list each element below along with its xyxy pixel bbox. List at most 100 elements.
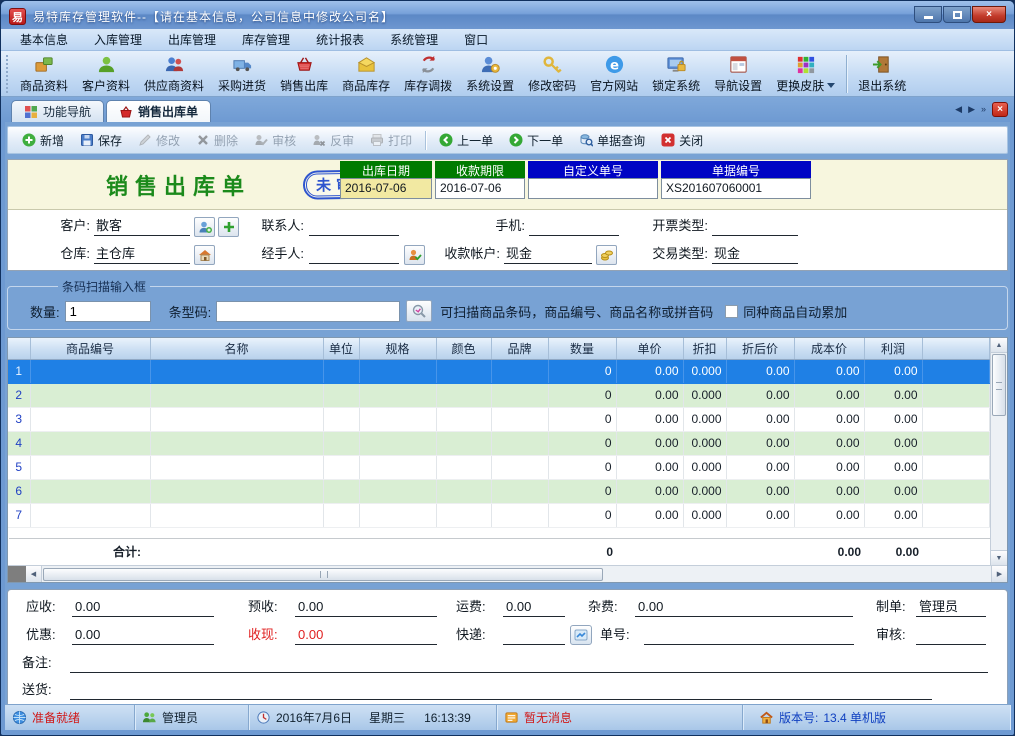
grid-cell-after[interactable]: 0.00 — [726, 503, 794, 527]
grid-row-number[interactable]: 7 — [8, 503, 30, 527]
outbound-date-value[interactable]: 2016-07-06 — [340, 178, 432, 199]
grid-cell-cost[interactable]: 0.00 — [794, 407, 864, 431]
prepaid-field[interactable]: 0.00 — [295, 598, 437, 617]
delivery-field[interactable] — [70, 681, 932, 700]
grid-cell-brand[interactable] — [491, 479, 548, 503]
grid-row[interactable]: 100.000.0000.000.000.00 — [8, 359, 990, 383]
grid-cell-price[interactable]: 0.00 — [616, 455, 683, 479]
grid-cell-qty[interactable]: 0 — [548, 359, 616, 383]
scroll-left-icon[interactable]: ◀ — [26, 566, 42, 582]
barcode-input[interactable] — [216, 301, 400, 322]
grid-cell-qty[interactable]: 0 — [548, 383, 616, 407]
grid-col-spec[interactable]: 规格 — [359, 338, 436, 359]
menu-item-system[interactable]: 系统管理 — [377, 28, 451, 51]
grid-cell-spec[interactable] — [359, 503, 436, 527]
grid-cell-cost[interactable]: 0.00 — [794, 383, 864, 407]
grid-row[interactable]: 600.000.0000.000.000.00 — [8, 479, 990, 503]
grid-cell-name[interactable] — [150, 479, 323, 503]
exit-button[interactable]: 退出系统 — [851, 52, 913, 96]
grid-cell-price[interactable]: 0.00 — [616, 359, 683, 383]
next-doc-button[interactable]: 下一单 — [501, 129, 571, 152]
grid-cell-after[interactable]: 0.00 — [726, 359, 794, 383]
delete-button[interactable]: 删除 — [188, 129, 246, 152]
grid-row-number[interactable]: 1 — [8, 359, 30, 383]
grid-cell-unit[interactable] — [323, 479, 359, 503]
accumulate-checkbox[interactable] — [725, 305, 738, 318]
tab-close-button[interactable]: × — [992, 102, 1008, 117]
grid-cell-color[interactable] — [436, 383, 491, 407]
grid-cell-qty[interactable]: 0 — [548, 503, 616, 527]
grid-col-qty[interactable]: 数量 — [548, 338, 616, 359]
menu-item-inventory[interactable]: 库存管理 — [229, 28, 303, 51]
grid-row-number[interactable]: 4 — [8, 431, 30, 455]
grid-col-color[interactable]: 颜色 — [436, 338, 491, 359]
grid-row-number[interactable]: 6 — [8, 479, 30, 503]
grid-cell-spec[interactable] — [359, 383, 436, 407]
grid-row[interactable]: 500.000.0000.000.000.00 — [8, 455, 990, 479]
grid-cell-profit[interactable]: 0.00 — [864, 431, 922, 455]
grid-cell-profit[interactable]: 0.00 — [864, 383, 922, 407]
customers-button[interactable]: 客户资料 — [75, 52, 137, 96]
grid-cell-price[interactable]: 0.00 — [616, 431, 683, 455]
grid-cell-color[interactable] — [436, 359, 491, 383]
grid-cell-profit[interactable]: 0.00 — [864, 503, 922, 527]
receivable-field[interactable]: 0.00 — [72, 598, 214, 617]
grid-cell-name[interactable] — [150, 455, 323, 479]
grid-cell-code[interactable] — [30, 503, 150, 527]
suppliers-button[interactable]: 供应商资料 — [137, 52, 211, 96]
add-customer-button[interactable] — [218, 217, 239, 237]
grid-col-code[interactable]: 商品编号 — [30, 338, 150, 359]
freight-field[interactable]: 0.00 — [503, 598, 565, 617]
print-button[interactable]: 打印 — [362, 129, 420, 152]
grid-col-brand[interactable]: 品牌 — [491, 338, 548, 359]
chevron-down-icon[interactable] — [827, 83, 835, 88]
tab-scroll-left-icon[interactable]: ◀ — [955, 105, 962, 114]
grid-cell-unit[interactable] — [323, 359, 359, 383]
menu-item-stock-out[interactable]: 出库管理 — [155, 28, 229, 51]
grid-cell-cost[interactable]: 0.00 — [794, 359, 864, 383]
grid-cell-code[interactable] — [30, 383, 150, 407]
pick-customer-button[interactable] — [194, 217, 215, 237]
grid-cell-brand[interactable] — [491, 359, 548, 383]
grid-cell-profit[interactable]: 0.00 — [864, 479, 922, 503]
grid-cell-qty[interactable]: 0 — [548, 407, 616, 431]
audit-button[interactable]: 审核 — [246, 129, 304, 152]
grid-cell-discount[interactable]: 0.000 — [683, 383, 726, 407]
grid-cell-code[interactable] — [30, 431, 150, 455]
grid-cell-cost[interactable]: 0.00 — [794, 479, 864, 503]
grid-cell-price[interactable]: 0.00 — [616, 503, 683, 527]
grid-cell-brand[interactable] — [491, 431, 548, 455]
grid-row[interactable]: 400.000.0000.000.000.00 — [8, 431, 990, 455]
grid-cell-unit[interactable] — [323, 455, 359, 479]
grid-col-profit[interactable]: 利润 — [864, 338, 922, 359]
grid-cell-qty[interactable]: 0 — [548, 431, 616, 455]
grid-row-number[interactable]: 2 — [8, 383, 30, 407]
grid-cell-name[interactable] — [150, 503, 323, 527]
payment-account-field[interactable]: 现金 — [504, 245, 592, 264]
contact-field[interactable] — [309, 217, 399, 236]
pick-account-button[interactable] — [596, 245, 617, 265]
grid-cell-after[interactable]: 0.00 — [726, 383, 794, 407]
close-button[interactable]: × — [972, 6, 1006, 23]
new-button[interactable]: 新增 — [14, 129, 72, 152]
tab-scroll-right-icon[interactable]: ▶ — [968, 105, 975, 114]
discount-field[interactable]: 0.00 — [72, 626, 214, 645]
grid-cell-qty[interactable]: 0 — [548, 479, 616, 503]
close-doc-button[interactable]: 关闭 — [653, 129, 711, 152]
document-number-value[interactable]: XS201607060001 — [661, 178, 811, 199]
grid-cell-brand[interactable] — [491, 455, 548, 479]
grid-col-rownum[interactable] — [8, 338, 30, 359]
grid-cell-discount[interactable]: 0.000 — [683, 359, 726, 383]
grid-row-number[interactable]: 5 — [8, 455, 30, 479]
due-date-value[interactable]: 2016-07-06 — [435, 178, 525, 199]
grid-cell-name[interactable] — [150, 383, 323, 407]
grid-cell-profit[interactable]: 0.00 — [864, 359, 922, 383]
grid-cell-name[interactable] — [150, 431, 323, 455]
horizontal-scroll-thumb[interactable] — [43, 568, 603, 581]
grid-cell-unit[interactable] — [323, 503, 359, 527]
grid-row[interactable]: 700.000.0000.000.000.00 — [8, 503, 990, 527]
remark-field[interactable] — [70, 654, 988, 673]
grid-cell-brand[interactable] — [491, 383, 548, 407]
grid-cell-discount[interactable]: 0.000 — [683, 455, 726, 479]
query-docs-button[interactable]: 单据查询 — [571, 129, 653, 152]
